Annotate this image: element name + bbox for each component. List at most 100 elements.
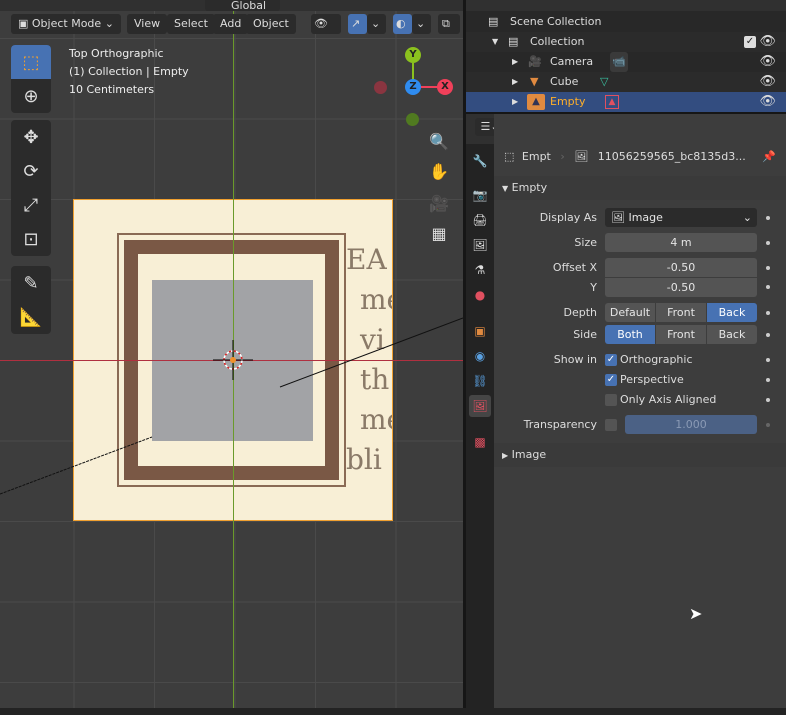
world-tab-icon[interactable]: ● bbox=[469, 284, 491, 306]
side-label: Side bbox=[573, 328, 597, 341]
keyframe-dot[interactable] bbox=[766, 378, 770, 382]
view-layer-tab-icon[interactable]: 🖼 bbox=[469, 234, 491, 256]
keyframe-dot[interactable] bbox=[766, 216, 770, 220]
select-box-icon[interactable]: ⬚ bbox=[11, 45, 51, 79]
properties-content: ⬚ Empt › 🖼 11056259565_bc8135d3... 📌 ▼ E… bbox=[494, 114, 786, 708]
ortho-grid-icon[interactable]: ▦ bbox=[426, 220, 452, 246]
eye-icon: 👁 bbox=[314, 17, 328, 30]
pin-icon[interactable]: 📌 bbox=[762, 150, 776, 163]
keyframe-dot[interactable] bbox=[766, 333, 770, 337]
outliner-collection[interactable]: ▼ ▤ Collection ✓ 👁 bbox=[466, 32, 786, 52]
display-as-dropdown[interactable]: 🖼 Image ⌄ bbox=[605, 208, 757, 227]
camera-lines bbox=[0, 317, 463, 495]
depth-back[interactable]: Back bbox=[707, 303, 757, 322]
keyframe-dot[interactable] bbox=[766, 358, 770, 362]
transform-icon[interactable]: ⊡ bbox=[11, 222, 51, 256]
gizmo-neg-y[interactable] bbox=[406, 113, 419, 126]
keyframe-dot[interactable] bbox=[766, 423, 770, 427]
texture-tab-icon[interactable]: ▩ bbox=[469, 431, 491, 453]
menu-object[interactable]: Object bbox=[246, 14, 296, 34]
overlay-dropdown[interactable]: ⌄ bbox=[412, 14, 431, 34]
menu-view[interactable]: View bbox=[127, 14, 168, 34]
render-tab-icon[interactable]: 📷 bbox=[469, 184, 491, 206]
properties-editor: ☰⌄ ⚲ 🔧 📷 🖨 🖼 ⚗ ● ▣ ◉ ⛓ 🖼 ▩ ⬚ Empt › 🖼 11… bbox=[466, 114, 786, 708]
gizmo-dropdown[interactable]: ⌄ bbox=[367, 14, 386, 34]
orthographic-label[interactable]: Orthographic bbox=[620, 353, 693, 366]
outliner-item-cube[interactable]: ▶ ▼ Cube ▽ 👁 bbox=[466, 72, 786, 92]
keyframe-dot[interactable] bbox=[766, 285, 770, 289]
outliner-item-empty[interactable]: ▶ ▲ Empty ▲ 👁 bbox=[466, 92, 786, 112]
gizmo-toggle[interactable]: ↗ bbox=[348, 14, 367, 34]
exclude-checkbox[interactable]: ✓ bbox=[744, 36, 756, 48]
perspective-checkbox[interactable]: ✓ bbox=[605, 374, 617, 386]
orthographic-checkbox[interactable]: ✓ bbox=[605, 354, 617, 366]
scale-icon[interactable]: ⤢ bbox=[11, 188, 51, 222]
tool-tab-icon[interactable]: 🔧 bbox=[469, 150, 491, 172]
eye-icon[interactable]: 👁 bbox=[759, 72, 776, 92]
object-data-tab-icon[interactable]: 🖼 bbox=[469, 395, 491, 417]
outliner-item-camera[interactable]: ▶ 🎥 Camera 📹 👁 bbox=[466, 52, 786, 72]
rotate-icon[interactable]: ⟳ bbox=[11, 154, 51, 188]
expand-right-icon[interactable]: ▶ bbox=[512, 92, 518, 112]
gizmo-z-axis[interactable]: Z bbox=[405, 79, 421, 95]
perspective-label[interactable]: Perspective bbox=[620, 373, 684, 386]
image-data-icon[interactable]: ▲ bbox=[605, 95, 619, 109]
annotate-icon[interactable]: ✎ bbox=[11, 266, 51, 300]
panel-image-header[interactable]: ▶ Image bbox=[494, 443, 786, 467]
side-front[interactable]: Front bbox=[656, 325, 706, 344]
gizmo-x-axis[interactable]: X bbox=[437, 79, 453, 95]
3d-viewport[interactable]: Global EA me vi th me bli ▣ Object Mode … bbox=[0, 0, 463, 708]
cursor-icon[interactable]: ⊕ bbox=[11, 79, 51, 113]
eye-icon[interactable]: 👁 bbox=[759, 92, 776, 112]
object-tab-icon[interactable]: ▣ bbox=[469, 320, 491, 342]
hand-pan-icon[interactable]: ✋ bbox=[426, 158, 452, 184]
keyframe-dot[interactable] bbox=[766, 266, 770, 270]
scene-collection-label: Scene Collection bbox=[510, 15, 602, 28]
3d-cursor-icon bbox=[213, 340, 253, 380]
mesh-data-icon[interactable]: ▽ bbox=[600, 72, 608, 92]
gizmo-y-axis[interactable]: Y bbox=[405, 47, 421, 63]
axis-aligned-label[interactable]: Only Axis Aligned bbox=[620, 393, 716, 406]
expand-right-icon[interactable]: ▶ bbox=[512, 52, 518, 72]
eye-icon[interactable]: 👁 bbox=[759, 32, 776, 52]
menu-select[interactable]: Select bbox=[167, 14, 215, 34]
gizmo-neg-x[interactable] bbox=[374, 81, 387, 94]
expand-right-icon[interactable]: ▶ bbox=[512, 72, 518, 92]
offset-x-field[interactable]: -0.50 bbox=[605, 258, 757, 277]
mouse-cursor-icon: ➤ bbox=[689, 604, 703, 623]
camera-view-icon[interactable]: 🎥 bbox=[426, 190, 452, 216]
xray-toggle[interactable]: ⧉ bbox=[438, 14, 460, 34]
side-both[interactable]: Both bbox=[605, 325, 655, 344]
display-as-label: Display As bbox=[539, 211, 597, 224]
physics-tab-icon[interactable]: ◉ bbox=[469, 345, 491, 367]
side-back[interactable]: Back bbox=[707, 325, 757, 344]
keyframe-dot[interactable] bbox=[766, 311, 770, 315]
output-tab-icon[interactable]: 🖨 bbox=[469, 209, 491, 231]
outliner-scene-collection[interactable]: ▤ Scene Collection bbox=[466, 12, 786, 32]
expand-down-icon[interactable]: ▼ bbox=[492, 32, 498, 52]
chevron-down-icon: ⌄ bbox=[742, 211, 752, 224]
transparency-field[interactable]: 1.000 bbox=[625, 415, 757, 434]
offset-y-field[interactable]: -0.50 bbox=[605, 278, 757, 297]
panel-empty-header[interactable]: ▼ Empty bbox=[494, 176, 786, 200]
measure-icon[interactable]: 📐 bbox=[11, 300, 51, 334]
visibility-dropdown[interactable]: 👁 bbox=[311, 14, 341, 34]
keyframe-dot[interactable] bbox=[766, 241, 770, 245]
depth-default[interactable]: Default bbox=[605, 303, 655, 322]
constraints-tab-icon[interactable]: ⛓ bbox=[469, 370, 491, 392]
offset-y-label: Y bbox=[590, 281, 597, 294]
axis-aligned-checkbox[interactable] bbox=[605, 394, 617, 406]
menu-add[interactable]: Add bbox=[213, 14, 249, 34]
move-icon[interactable]: ✥ bbox=[11, 120, 51, 154]
size-field[interactable]: 4 m bbox=[605, 233, 757, 252]
mode-dropdown[interactable]: ▣ Object Mode ⌄ bbox=[11, 14, 121, 34]
overlay-toggle[interactable]: ◐ bbox=[393, 14, 412, 34]
camera-data-icon[interactable]: 📹 bbox=[610, 52, 628, 72]
eye-icon[interactable]: 👁 bbox=[759, 52, 776, 72]
zoom-icon[interactable]: 🔍 bbox=[426, 128, 452, 154]
scene-tab-icon[interactable]: ⚗ bbox=[469, 259, 491, 281]
depth-front[interactable]: Front bbox=[656, 303, 706, 322]
transparency-checkbox[interactable] bbox=[605, 419, 617, 431]
keyframe-dot[interactable] bbox=[766, 398, 770, 402]
collection-icon: ▤ bbox=[508, 35, 519, 48]
